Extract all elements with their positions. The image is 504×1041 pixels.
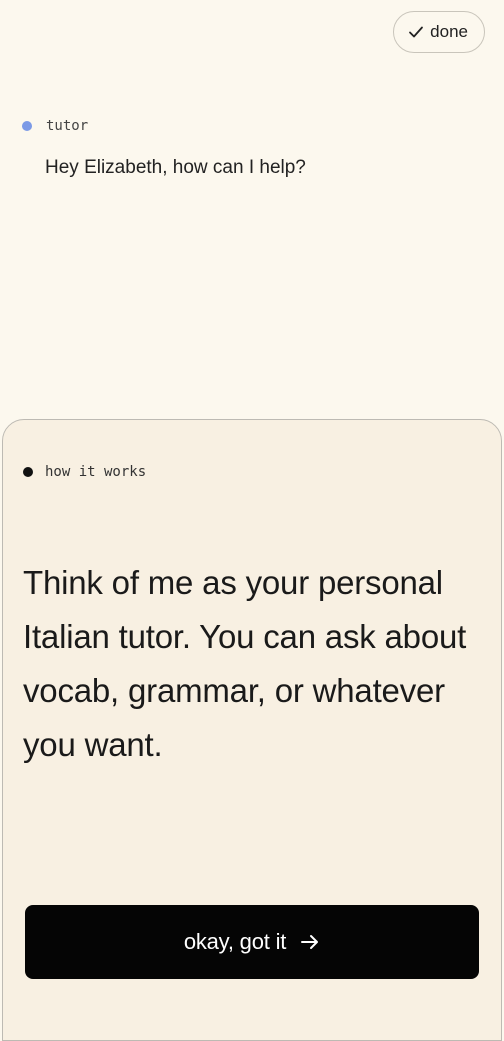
speaker-name: tutor [46,118,89,134]
tutor-message-block: tutor Hey Elizabeth, how can I help? [22,118,482,181]
tutor-message-text: Hey Elizabeth, how can I help? [45,157,306,178]
arrow-right-icon [300,934,320,950]
sheet-indicator-dot [23,467,33,477]
check-icon [408,25,424,39]
how-it-works-sheet: how it works Think of me as your persona… [2,419,502,1041]
speaker-row: tutor [22,118,482,134]
sheet-title: how it works [45,464,147,480]
cta-label: okay, got it [183,929,287,954]
done-label: done [430,22,468,41]
okay-got-it-button[interactable]: okay, got it [25,905,479,979]
done-button[interactable]: done [393,11,485,53]
speaker-indicator-dot [22,121,32,131]
sheet-header: how it works [23,464,146,480]
sheet-body-text: Think of me as your personal Italian tut… [23,564,467,763]
